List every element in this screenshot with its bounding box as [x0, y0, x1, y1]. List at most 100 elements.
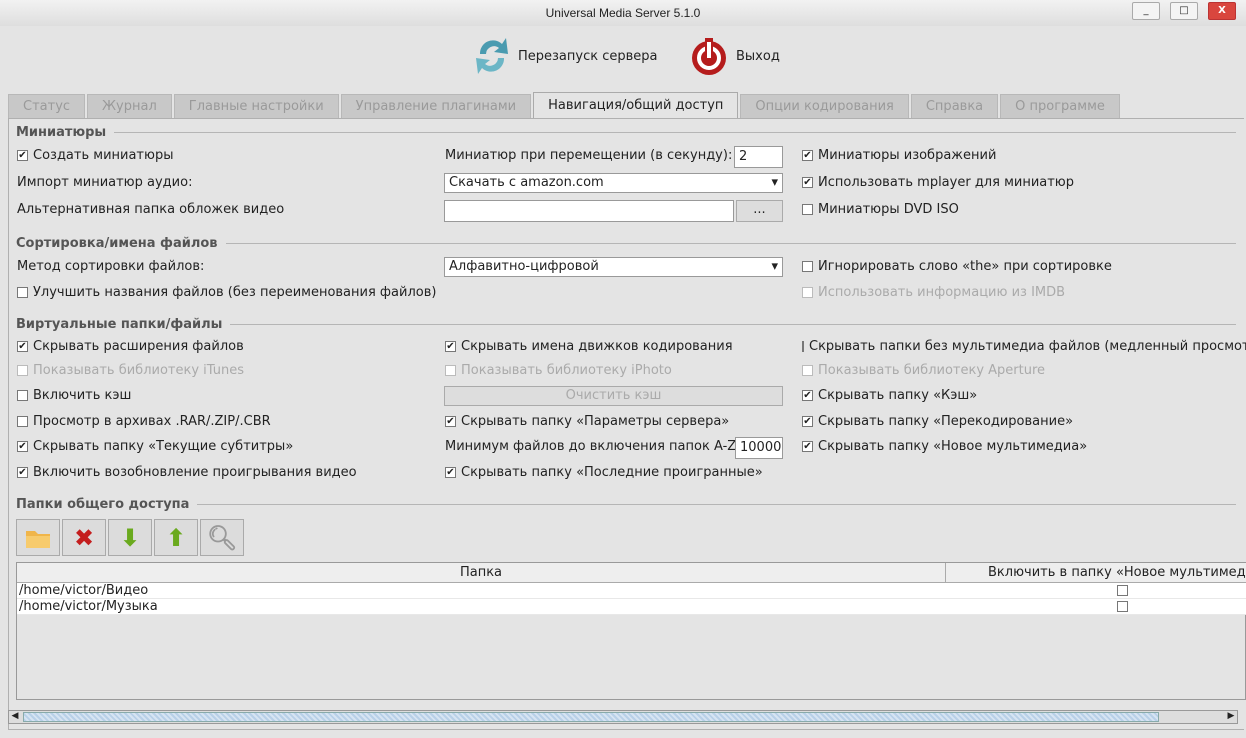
- maximize-button[interactable]: □: [1170, 2, 1198, 20]
- table-row[interactable]: /home/victor/Видео: [17, 583, 1246, 599]
- checkbox-unchecked[interactable]: [17, 390, 28, 401]
- tab-log[interactable]: Журнал: [87, 94, 172, 118]
- aperture-checkbox: Показывать библиотеку Aperture: [802, 363, 1045, 378]
- hide-transcode-checkbox[interactable]: ✔ Скрывать папку «Перекодирование»: [802, 414, 1073, 429]
- hide-recent-checkbox[interactable]: ✔ Скрывать папку «Последние проигранные»: [445, 465, 763, 480]
- az-min-label: Минимум файлов до включения папок A-Z:: [445, 439, 741, 454]
- shared-folders-table: Папка Включить в папку «Новое мультимеди…: [16, 562, 1246, 700]
- table-row[interactable]: /home/victor/Музыка: [17, 599, 1246, 615]
- audio-thumbs-select[interactable]: Скачать с amazon.com ▾: [444, 173, 783, 193]
- exit-button[interactable]: Выход: [688, 34, 780, 78]
- scan-button[interactable]: 🔍︎: [200, 519, 244, 556]
- label: Скрывать папку «Новое мультимедиа»: [818, 439, 1088, 454]
- checkbox-unchecked[interactable]: [1117, 585, 1128, 596]
- label: Альтернативная папка обложек видео: [17, 202, 285, 217]
- hide-engines-checkbox[interactable]: ✔ Скрывать имена движков кодирования: [445, 339, 733, 354]
- enable-cache-checkbox[interactable]: Включить кэш: [17, 388, 131, 403]
- checkbox-unchecked: [802, 365, 813, 376]
- tab-about[interactable]: О программе: [1000, 94, 1120, 118]
- ignore-the-checkbox[interactable]: Игнорировать слово «the» при сортировке: [802, 259, 1112, 274]
- checkbox-checked[interactable]: ✔: [802, 150, 813, 161]
- hide-cache-checkbox[interactable]: ✔ Скрывать папку «Кэш»: [802, 388, 977, 403]
- section-shared-folders: Папки общего доступа: [16, 497, 1236, 512]
- hide-extensions-checkbox[interactable]: ✔ Скрывать расширения файлов: [17, 339, 244, 354]
- restart-label: Перезапуск сервера: [518, 48, 658, 64]
- image-thumbnails-checkbox[interactable]: ✔ Миниатюры изображений: [802, 148, 996, 163]
- restart-icon: [476, 38, 508, 74]
- move-down-button[interactable]: ⬇: [108, 519, 152, 556]
- checkbox-checked[interactable]: ✔: [17, 441, 28, 452]
- checkbox-checked[interactable]: ✔: [445, 467, 456, 478]
- checkbox-unchecked[interactable]: [17, 287, 28, 298]
- restart-server-button[interactable]: Перезапуск сервера: [472, 34, 658, 78]
- tab-navigation[interactable]: Навигация/общий доступ: [533, 92, 739, 118]
- mplayer-thumbnails-checkbox[interactable]: ✔ Использовать mplayer для миниатюр: [802, 175, 1074, 190]
- tab-help[interactable]: Справка: [910, 94, 999, 118]
- hide-empty-folders-checkbox[interactable]: Скрывать папки без мультимедиа файлов (м…: [802, 339, 1246, 354]
- az-min-input[interactable]: 10000: [735, 437, 783, 459]
- dvd-iso-checkbox[interactable]: Миниатюры DVD ISO: [802, 202, 959, 217]
- browse-button[interactable]: ...: [736, 200, 783, 222]
- checkbox-unchecked: [445, 365, 456, 376]
- hide-new-media-checkbox[interactable]: ✔ Скрывать папку «Новое мультимедиа»: [802, 439, 1087, 454]
- checkbox-checked[interactable]: ✔: [802, 177, 813, 188]
- seek-thumbs-label: Миниатюр при перемещении (в секунду):: [445, 148, 732, 163]
- checkbox-checked[interactable]: ✔: [17, 467, 28, 478]
- checkbox-unchecked[interactable]: [802, 341, 804, 352]
- clear-cache-button[interactable]: Очистить кэш: [444, 386, 783, 406]
- seek-thumbs-input[interactable]: 2: [734, 146, 783, 168]
- audio-thumbs-label: Импорт миниатюр аудио:: [17, 175, 192, 190]
- checkbox-unchecked[interactable]: [17, 416, 28, 427]
- label: Включить кэш: [33, 388, 132, 403]
- search-icon: 🔍︎: [206, 523, 238, 552]
- section-title: Виртуальные папки/файлы: [16, 317, 223, 332]
- browse-archives-checkbox[interactable]: Просмотр в архивах .RAR/.ZIP/.CBR: [17, 414, 271, 429]
- remove-folder-button[interactable]: ✖: [62, 519, 106, 556]
- scrollbar-thumb[interactable]: [23, 712, 1159, 722]
- checkbox-unchecked[interactable]: [1117, 601, 1128, 612]
- label: Просмотр в архивах .RAR/.ZIP/.CBR: [33, 414, 271, 429]
- tab-transcoding[interactable]: Опции кодирования: [740, 94, 909, 118]
- close-button[interactable]: X: [1208, 2, 1236, 20]
- label: Скрывать папку «Перекодирование»: [818, 414, 1074, 429]
- add-folder-button[interactable]: [16, 519, 60, 556]
- tab-general[interactable]: Главные настройки: [173, 94, 339, 118]
- move-up-button[interactable]: ⬆: [154, 519, 198, 556]
- checkbox-checked[interactable]: ✔: [17, 150, 28, 161]
- checkbox-unchecked: [802, 287, 813, 298]
- section-sorting: Сортировка/имена файлов: [16, 236, 1236, 251]
- label: Минимум файлов до включения папок A-Z:: [445, 439, 741, 454]
- resume-checkbox[interactable]: ✔ Включить возобновление проигрывания вид…: [17, 465, 357, 480]
- prettify-names-checkbox[interactable]: Улучшить названия файлов (без переименов…: [17, 285, 436, 300]
- arrow-up-icon: ⬆: [165, 523, 187, 552]
- arrow-down-icon: ⬇: [119, 523, 141, 552]
- checkbox-checked[interactable]: ✔: [802, 390, 813, 401]
- label: Скрывать папку «Кэш»: [818, 388, 978, 403]
- minimize-button[interactable]: _: [1132, 2, 1160, 20]
- checkbox-checked[interactable]: ✔: [802, 416, 813, 427]
- checkbox-checked[interactable]: ✔: [802, 441, 813, 452]
- section-virtual-folders: Виртуальные папки/файлы: [16, 317, 1236, 332]
- title-bar: Universal Media Server 5.1.0: [0, 0, 1246, 26]
- checkbox-checked[interactable]: ✔: [17, 341, 28, 352]
- checkbox-unchecked[interactable]: [802, 261, 813, 272]
- create-thumbnails-checkbox[interactable]: ✔ Создать миниатюры: [17, 148, 173, 163]
- column-header-new-media[interactable]: Включить в папку «Новое мультимедиа»: [946, 563, 1246, 583]
- label: Показывать библиотеку iTunes: [33, 363, 244, 378]
- label: Метод сортировки файлов:: [17, 259, 205, 274]
- alt-folder-input[interactable]: [444, 200, 734, 222]
- sort-method-select[interactable]: Алфавитно-цифровой ▾: [444, 257, 783, 277]
- window-title: Universal Media Server 5.1.0: [545, 6, 701, 20]
- checkbox-checked[interactable]: ✔: [445, 416, 456, 427]
- tab-status[interactable]: Статус: [8, 94, 86, 118]
- checkbox-checked[interactable]: ✔: [445, 341, 456, 352]
- hide-subs-checkbox[interactable]: ✔ Скрывать папку «Текущие субтитры»: [17, 439, 293, 454]
- horizontal-scrollbar[interactable]: ◀ ▶: [8, 710, 1238, 724]
- column-header-folder[interactable]: Папка: [17, 563, 946, 583]
- scroll-left-icon[interactable]: ◀: [9, 711, 21, 723]
- checkbox-unchecked[interactable]: [802, 204, 813, 215]
- hide-server-settings-checkbox[interactable]: ✔ Скрывать папку «Параметры сервера»: [445, 414, 729, 429]
- label: Скрывать папку «Текущие субтитры»: [33, 439, 294, 454]
- tab-plugins[interactable]: Управление плагинами: [340, 94, 532, 118]
- scroll-right-icon[interactable]: ▶: [1225, 711, 1237, 723]
